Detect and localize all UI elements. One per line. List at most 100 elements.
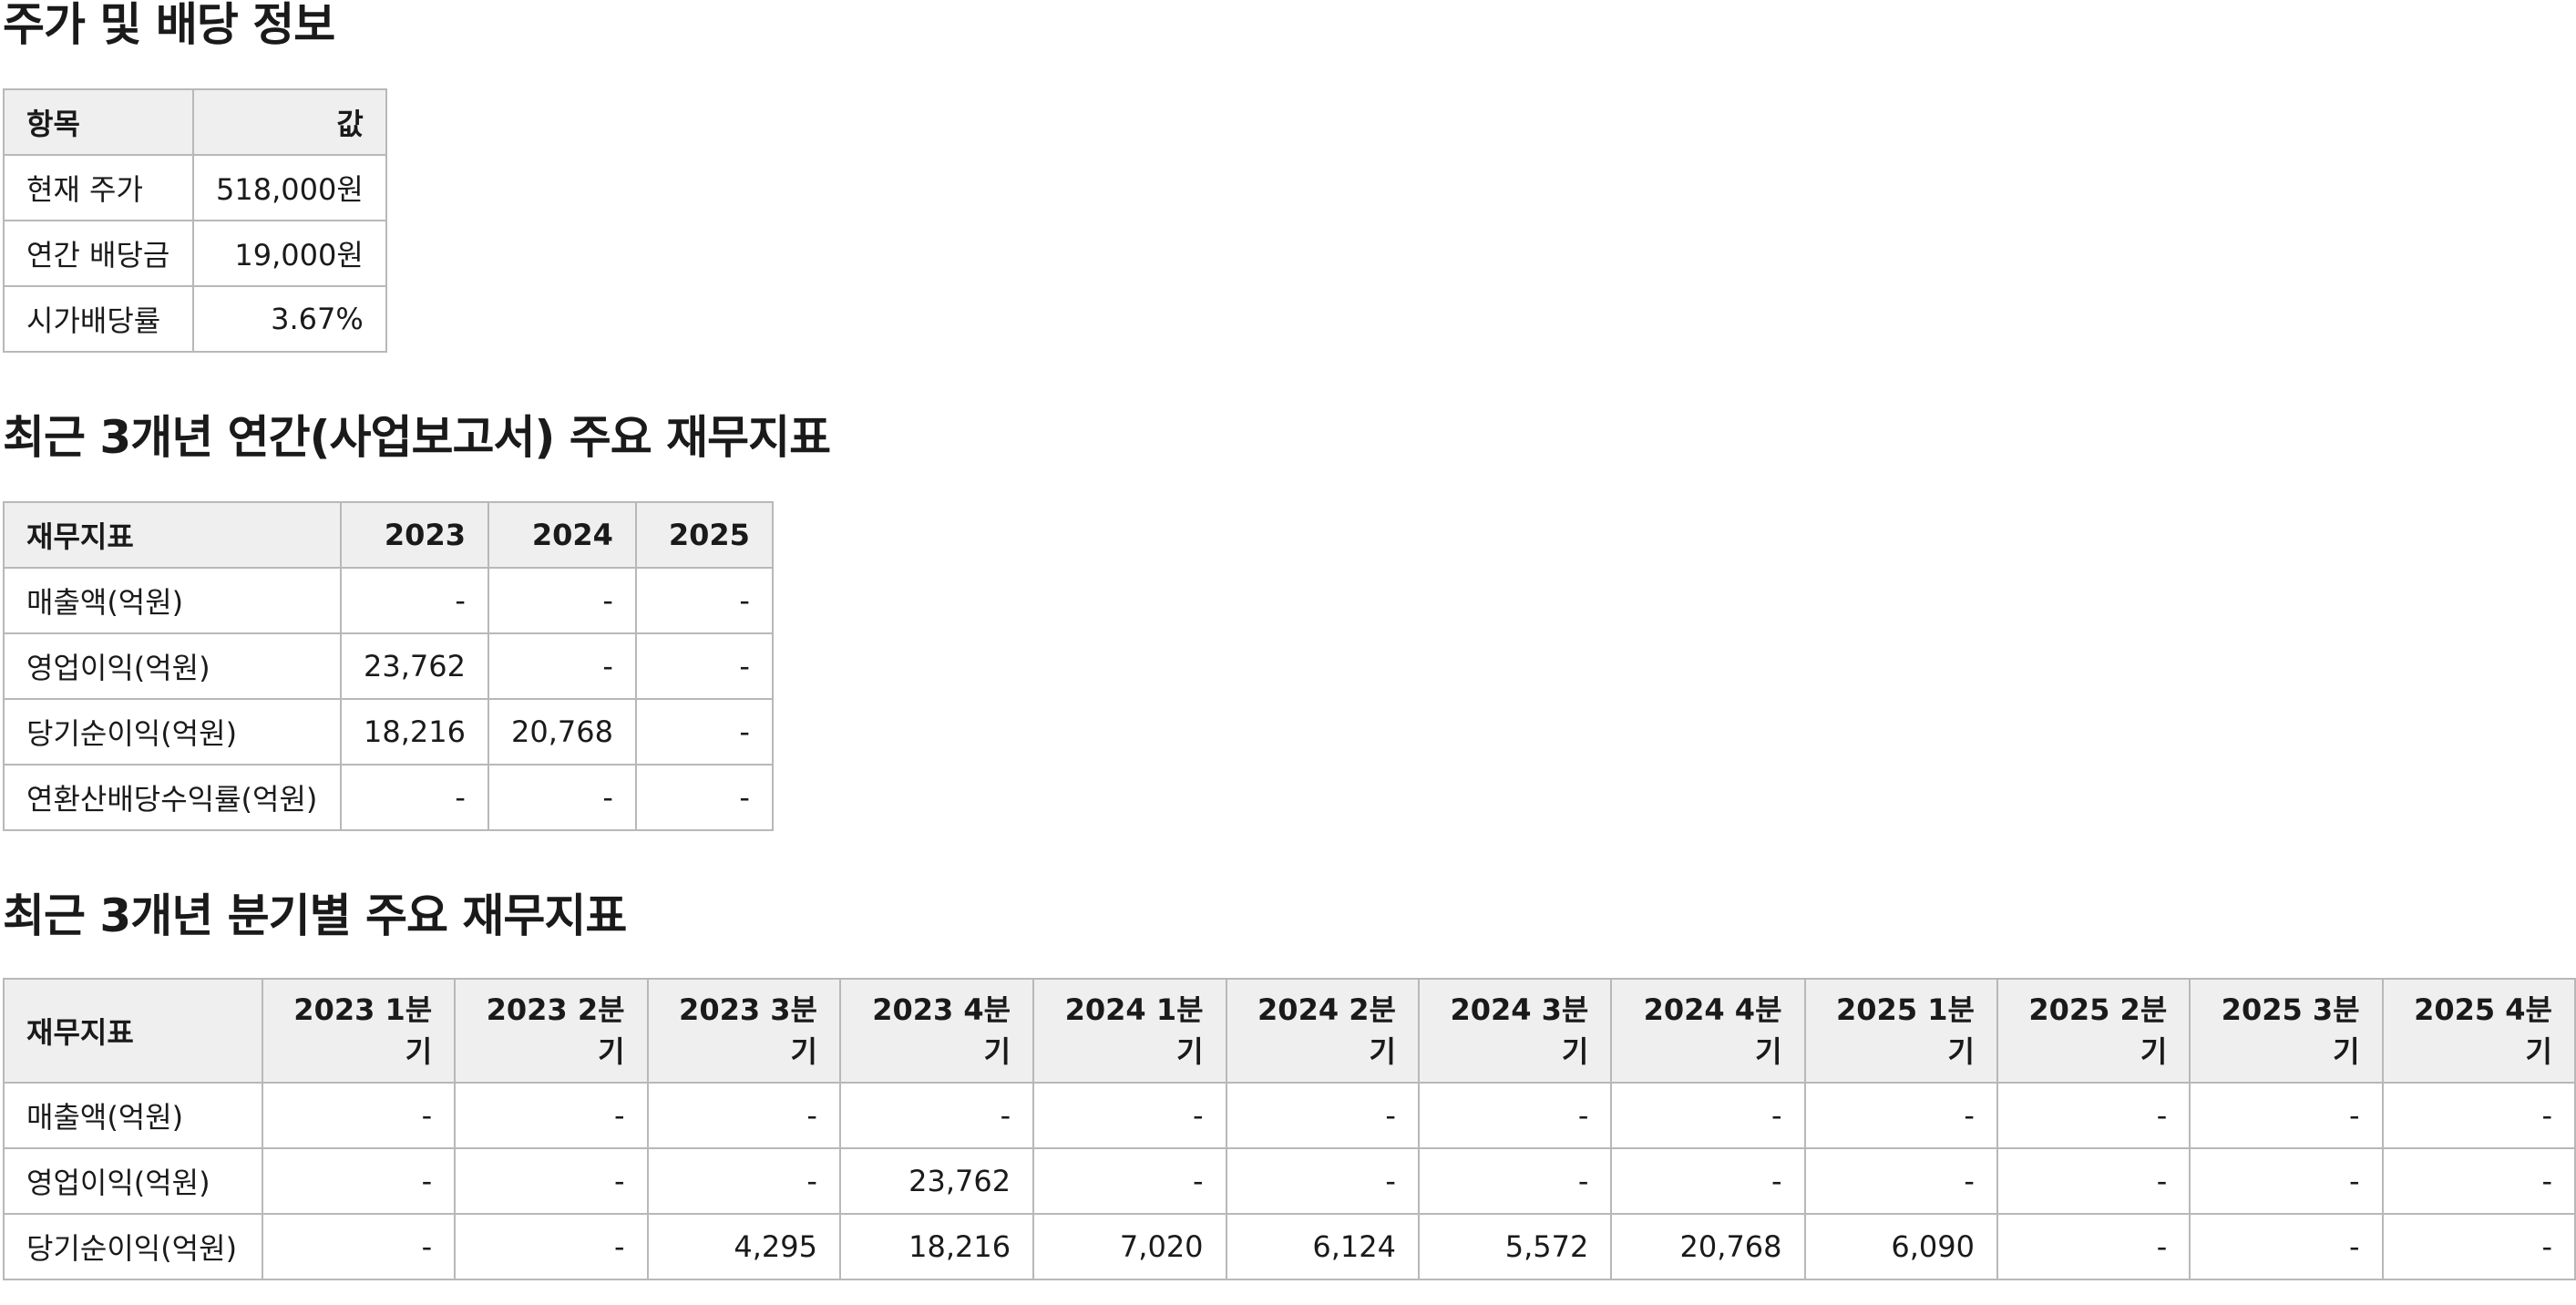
table-row: 영업이익(억원) 23,762 - - (3, 632, 774, 700)
table-row: 매출액(억원) - - - (3, 567, 774, 634)
quarterly-financials-table: 재무지표 2023 1분기 2023 2분기 2023 3분기 2023 4분기 202… (3, 978, 2576, 1280)
metric-value: - (454, 1213, 649, 1280)
row-label: 연간 배당금 (3, 220, 194, 287)
metric-label: 매출액(억원) (3, 567, 342, 634)
row-value: 19,000원 (192, 220, 387, 287)
column-header-item: 항목 (3, 88, 194, 156)
table-row: 당기순이익(억원) 18,216 20,768 - (3, 698, 774, 766)
table-row: 매출액(억원) - - - - - - - - - - - - (3, 1082, 2576, 1149)
metric-value: - (1610, 1147, 1806, 1215)
quarterly-section-title: 최근 3개년 분기별 주요 재무지표 (3, 889, 627, 942)
metric-label: 연환산배당수익률(억원) (3, 764, 342, 831)
column-header-quarter: 2025 4분기 (2381, 978, 2576, 1084)
table-header-row: 재무지표 2023 2024 2025 (3, 501, 774, 569)
metric-value: - (2189, 1082, 2384, 1149)
column-header-quarter: 2023 4분기 (838, 978, 1035, 1084)
metric-label: 영업이익(억원) (3, 632, 342, 700)
row-label: 현재 주가 (3, 154, 194, 221)
column-header-year: 2024 (487, 501, 637, 569)
metric-value: - (340, 567, 489, 634)
page: 주가 및 배당 정보 항목 값 현재 주가 518,000원 연간 배당금 19… (0, 0, 2576, 1280)
metric-value: - (1225, 1082, 1420, 1149)
column-header-quarter: 2024 2분기 (1225, 978, 1420, 1084)
column-header-metric: 재무지표 (3, 978, 263, 1084)
quarterly-table-body: 매출액(억원) - - - - - - - - - - - - 영업이익(억원) - - -23,762- - - -… (3, 1082, 2576, 1280)
column-header-quarter: 2024 1분기 (1032, 978, 1227, 1084)
metric-value: - (646, 1147, 841, 1215)
table-header-row: 항목 값 (3, 88, 387, 156)
metric-value: - (261, 1082, 457, 1149)
table-row: 영업이익(억원) - - -23,762- - - - - - - - (3, 1147, 2576, 1215)
metric-value: - (2189, 1213, 2384, 1280)
row-value: 518,000원 (192, 154, 387, 221)
metric-value: - (487, 567, 637, 634)
annual-section-title: 최근 3개년 연간(사업보고서) 주요 재무지표 (3, 411, 831, 464)
metric-label: 당기순이익(억원) (3, 1213, 263, 1280)
metric-value: - (646, 1082, 841, 1149)
metric-value: 20,768 (1610, 1213, 1806, 1280)
row-value: 3.67% (192, 285, 387, 353)
row-label: 시가배당률 (3, 285, 194, 353)
metric-value: - (1417, 1082, 1613, 1149)
metric-value: - (1996, 1147, 2191, 1215)
metric-value: - (261, 1213, 457, 1280)
stock-section-title: 주가 및 배당 정보 (3, 0, 335, 51)
metric-value: - (1032, 1147, 1227, 1215)
annual-financials-table: 재무지표 2023 2024 2025 매출액(억원) - - - 영업이익(억… (3, 501, 774, 831)
metric-value: - (1996, 1082, 2191, 1149)
table-row: 연환산배당수익률(억원) - - - (3, 764, 774, 831)
metric-value: - (2381, 1213, 2576, 1280)
column-header-metric: 재무지표 (3, 501, 342, 569)
stock-table: 항목 값 현재 주가 518,000원 연간 배당금 19,000원 시가배당률… (3, 88, 387, 353)
metric-value: - (634, 698, 774, 766)
metric-value: 18,216 (340, 698, 489, 766)
column-header-year: 2025 (634, 501, 774, 569)
table-row: 시가배당률 3.67% (3, 285, 387, 353)
column-header-quarter: 2023 2분기 (454, 978, 649, 1084)
metric-label: 매출액(억원) (3, 1082, 263, 1149)
table-header-row: 재무지표 2023 1분기 2023 2분기 2023 3분기 2023 4분기 202… (3, 978, 2576, 1084)
metric-value: - (454, 1147, 649, 1215)
metric-value: - (1032, 1082, 1227, 1149)
column-header-quarter: 2025 2분기 (1996, 978, 2191, 1084)
metric-value: 4,295 (646, 1213, 841, 1280)
metric-value: 18,216 (838, 1213, 1035, 1280)
metric-value: - (487, 764, 637, 831)
metric-value: - (2381, 1147, 2576, 1215)
metric-value: - (634, 567, 774, 634)
column-header-value: 값 (192, 88, 387, 156)
metric-value: - (634, 764, 774, 831)
metric-value: - (2381, 1082, 2576, 1149)
metric-value: 20,768 (487, 698, 637, 766)
column-header-year: 2023 (340, 501, 489, 569)
column-header-quarter: 2024 3분기 (1417, 978, 1613, 1084)
metric-value: - (487, 632, 637, 700)
metric-value: - (1803, 1082, 1998, 1149)
column-header-quarter: 2023 1분기 (261, 978, 457, 1084)
metric-value: 23,762 (340, 632, 489, 700)
metric-label: 영업이익(억원) (3, 1147, 263, 1215)
metric-value: - (261, 1147, 457, 1215)
metric-value: - (1417, 1147, 1613, 1215)
metric-value: 23,762 (838, 1147, 1035, 1215)
metric-value: - (634, 632, 774, 700)
column-header-quarter: 2024 4분기 (1610, 978, 1806, 1084)
metric-value: - (1803, 1147, 1998, 1215)
column-header-quarter: 2025 1분기 (1803, 978, 1998, 1084)
metric-value: 5,572 (1417, 1213, 1613, 1280)
metric-value: - (838, 1082, 1035, 1149)
metric-value: - (454, 1082, 649, 1149)
metric-value: 6,124 (1225, 1213, 1420, 1280)
table-row: 현재 주가 518,000원 (3, 154, 387, 221)
metric-label: 당기순이익(억원) (3, 698, 342, 766)
metric-value: - (340, 764, 489, 831)
column-header-quarter: 2025 3분기 (2189, 978, 2384, 1084)
table-row: 연간 배당금 19,000원 (3, 220, 387, 287)
metric-value: - (1610, 1082, 1806, 1149)
metric-value: - (2189, 1147, 2384, 1215)
column-header-quarter: 2023 3분기 (646, 978, 841, 1084)
metric-value: - (1225, 1147, 1420, 1215)
table-row: 당기순이익(억원) - -4,295 18,216 7,020 6,124 5,572 20,… (3, 1213, 2576, 1280)
metric-value: - (1996, 1213, 2191, 1280)
metric-value: 7,020 (1032, 1213, 1227, 1280)
